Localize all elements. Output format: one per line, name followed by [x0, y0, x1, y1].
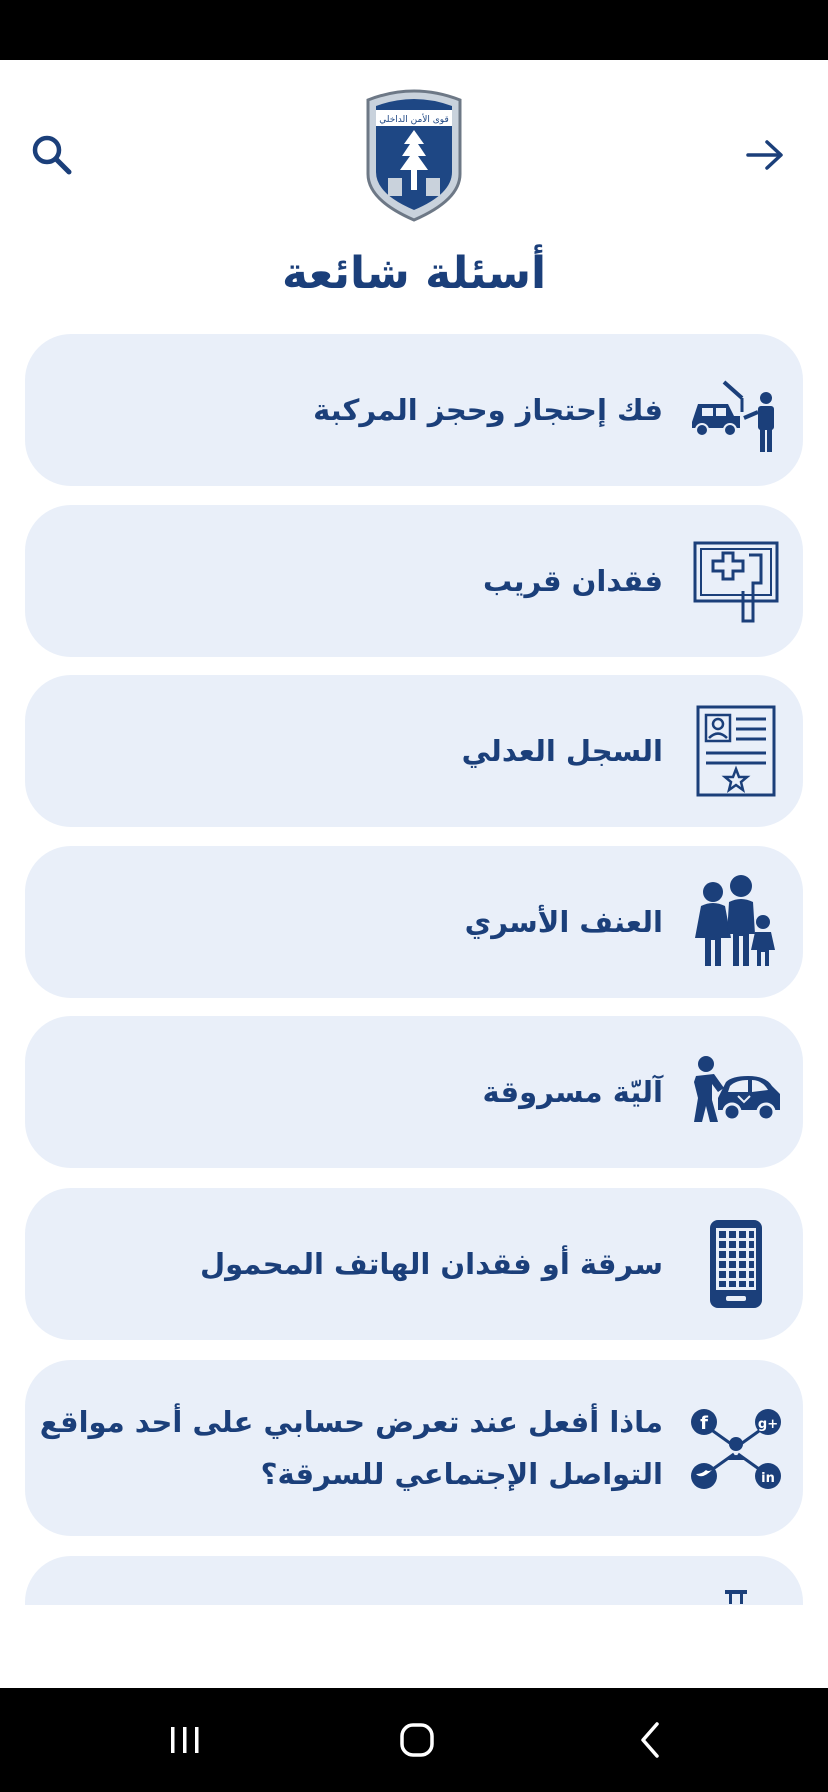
home-button[interactable] [377, 1710, 457, 1770]
back-button[interactable] [735, 125, 795, 185]
missing-person-icon [681, 526, 791, 636]
faq-item-label: العنف الأسري [464, 905, 663, 939]
faq-item-social-media-theft[interactable]: f g+ in ماذا أفعل عند تعرض حسابي على أحد… [25, 1360, 803, 1536]
certificate-icon [681, 696, 791, 806]
recent-apps-button[interactable] [145, 1710, 225, 1770]
faq-item-label: آليّة مسروقة [482, 1075, 663, 1109]
partial-icon [681, 1574, 791, 1605]
faq-item-label: فقدان قريب [482, 564, 663, 598]
isf-emblem: قوى الأمن الداخلي [366, 89, 462, 222]
faq-item-missing-relative[interactable]: فقدان قريب [25, 505, 803, 657]
nav-back-button[interactable] [610, 1710, 690, 1770]
page-title: أسئلة شائعة [281, 248, 547, 299]
faq-item-label: فك إحتجاز وحجز المركبة [313, 393, 663, 427]
isf-logo: قوى الأمن الداخلي [360, 82, 468, 222]
svg-text:g+: g+ [758, 1417, 778, 1432]
faq-item-vehicle-impound[interactable]: فك إحتجاز وحجز المركبة [25, 334, 803, 486]
svg-text:in: in [761, 1471, 775, 1486]
svg-text:f: f [700, 1413, 708, 1434]
family-icon [681, 867, 791, 977]
logo-text: قوى الأمن الداخلي [379, 113, 449, 125]
mobile-phone-icon [681, 1209, 791, 1319]
recent-apps-icon [171, 1727, 199, 1753]
search-button[interactable] [22, 125, 82, 185]
tow-truck-icon [681, 355, 791, 465]
social-network-icon: f g+ in [681, 1393, 791, 1503]
faq-item-label: ماذا أفعل عند تعرض حسابي على أحد مواقع ا… [39, 1405, 663, 1491]
arrow-right-icon [746, 140, 783, 170]
faq-item-stolen-car[interactable]: آليّة مسروقة [25, 1016, 803, 1168]
app-header: قوى الأمن الداخلي [0, 60, 828, 230]
back-chevron-icon [641, 1722, 659, 1758]
search-icon [32, 135, 72, 175]
home-icon [400, 1723, 434, 1757]
faq-item-label: السجل العدلي [461, 734, 663, 768]
stolen-car-icon [681, 1037, 791, 1147]
faq-list[interactable]: فك إحتجاز وحجز المركبة فقدان قريب السجل … [0, 330, 828, 1605]
system-nav-bar [0, 1688, 828, 1792]
status-bar [0, 0, 828, 60]
faq-item-mobile-phone[interactable]: سرقة أو فقدان الهاتف المحمول [25, 1188, 803, 1340]
faq-item-label: سرقة أو فقدان الهاتف المحمول [199, 1247, 663, 1281]
faq-item-partial[interactable] [25, 1556, 803, 1605]
faq-item-criminal-record[interactable]: السجل العدلي [25, 675, 803, 827]
faq-item-domestic-violence[interactable]: العنف الأسري [25, 846, 803, 998]
